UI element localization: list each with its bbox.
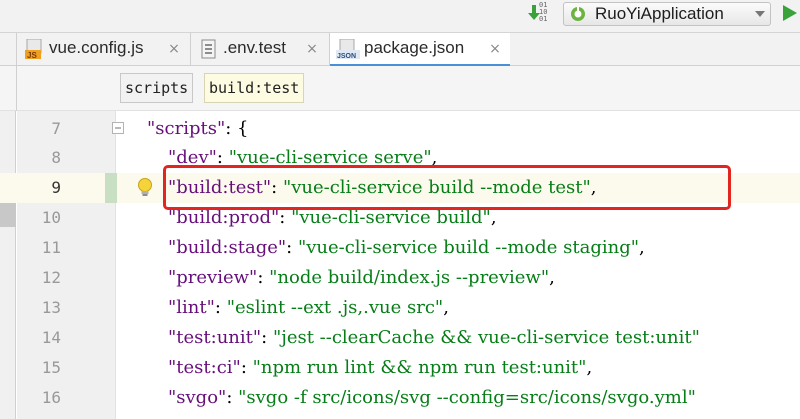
chevron-down-icon xyxy=(755,11,765,17)
json-string-value: "npm run lint && npm run test:unit" xyxy=(252,357,587,378)
json-string-value: "vue-cli-service build --mode staging" xyxy=(297,237,639,258)
code-line: 14 "test:unit": "jest --clearCache && vu… xyxy=(0,323,800,353)
js-file-icon-label: JS xyxy=(27,51,37,60)
breadcrumb-item-build-test[interactable]: build:test xyxy=(204,73,305,103)
tab-label: package.json xyxy=(364,38,465,57)
js-file-icon: JS xyxy=(25,39,42,60)
line-number: 11 xyxy=(41,238,61,257)
json-punctuation: , xyxy=(586,357,593,378)
json-string-value: "jest --clearCache && vue-cli-service te… xyxy=(272,327,700,348)
json-file-icon: JSON xyxy=(336,39,360,60)
tab-vue-config-js[interactable]: JS vue.config.js × xyxy=(17,33,190,66)
main-toolbar: 01 10 01 RuoYiApplication xyxy=(0,0,800,32)
json-key: "build:stage" xyxy=(168,237,287,258)
code-text: "preview": "node build/index.js --previe… xyxy=(168,263,555,293)
code-line: 12 "preview": "node build/index.js --pre… xyxy=(0,263,800,293)
json-key: "build:prod" xyxy=(168,207,280,228)
json-key: "test:unit" xyxy=(168,327,262,348)
line-number: 9 xyxy=(51,178,61,197)
spring-boot-icon xyxy=(571,7,585,21)
line-number: 15 xyxy=(41,358,61,377)
code-editor[interactable]: 7 "scripts": { 8 "dev": "vue-cli-service… xyxy=(0,111,800,419)
line-number: 13 xyxy=(41,298,61,317)
tool-window-strip xyxy=(0,33,17,66)
tool-window-strip xyxy=(0,66,17,111)
close-icon[interactable]: × xyxy=(488,42,502,56)
code-line: 16 "svgo": "svgo -f src/icons/svg --conf… xyxy=(0,383,800,413)
json-punctuation: : xyxy=(226,387,239,408)
line-number: 7 xyxy=(51,119,61,138)
code-text: "scripts": { xyxy=(147,114,248,144)
json-punctuation: , xyxy=(549,267,555,288)
json-key: "preview" xyxy=(168,267,258,288)
json-punctuation: : xyxy=(257,267,270,288)
line-number: 12 xyxy=(41,268,61,287)
json-punctuation: , xyxy=(443,297,449,318)
json-punctuation: : { xyxy=(225,118,249,139)
code-text: "test:ci": "npm run lint && npm run test… xyxy=(168,353,592,383)
line-number: 10 xyxy=(41,208,61,227)
json-punctuation: : xyxy=(240,357,253,378)
fold-icon[interactable] xyxy=(112,122,124,134)
lightbulb-icon[interactable] xyxy=(136,177,154,199)
run-play-icon[interactable] xyxy=(781,4,797,22)
editor-tab-bar: JS vue.config.js × .env.test × JSON pack… xyxy=(0,32,800,67)
close-icon[interactable]: × xyxy=(305,42,319,56)
json-punctuation: : xyxy=(261,327,273,348)
code-text: "svgo": "svgo -f src/icons/svg --config=… xyxy=(168,383,696,413)
code-line: 7 "scripts": { xyxy=(0,114,800,144)
json-key: "scripts" xyxy=(147,118,226,139)
breadcrumb-item-scripts[interactable]: scripts xyxy=(120,73,194,103)
json-string-value: "node build/index.js --preview" xyxy=(269,267,550,288)
code-text: "test:unit": "jest --clearCache && vue-c… xyxy=(168,323,700,353)
vcs-change-marker xyxy=(105,173,117,203)
code-text: "lint": "eslint --ext .js,.vue src", xyxy=(168,293,449,323)
tab-label: vue.config.js xyxy=(49,38,144,57)
line-number: 8 xyxy=(51,148,61,167)
tab-label: .env.test xyxy=(223,38,286,57)
json-punctuation: : xyxy=(286,237,298,258)
json-string-value: "vue-cli-service build" xyxy=(291,207,491,228)
code-line: 11 "build:stage": "vue-cli-service build… xyxy=(0,233,800,263)
json-punctuation: : xyxy=(214,297,227,318)
code-line: 13 "lint": "eslint --ext .js,.vue src", xyxy=(0,293,800,323)
json-punctuation: , xyxy=(490,207,497,228)
json-file-icon-label: JSON xyxy=(337,53,356,60)
json-string-value: "svgo -f src/icons/svg --config=src/icon… xyxy=(238,387,696,408)
binary-digit: 1 xyxy=(543,15,548,23)
line-number: 16 xyxy=(41,388,61,407)
tab-package-json[interactable]: JSON package.json × xyxy=(330,33,510,67)
json-key: "test:ci" xyxy=(168,357,241,378)
code-text: "build:stage": "vue-cli-service build --… xyxy=(168,233,645,263)
json-key: "lint" xyxy=(168,297,215,318)
annotation-highlight-box xyxy=(163,165,731,210)
breadcrumb: scripts build:test xyxy=(0,66,800,111)
json-string-value: "eslint --ext .js,.vue src" xyxy=(226,297,444,318)
close-icon[interactable]: × xyxy=(167,42,181,56)
line-number: 14 xyxy=(41,328,61,347)
json-punctuation: , xyxy=(639,237,645,258)
json-punctuation: : xyxy=(279,207,292,228)
json-key: "svgo" xyxy=(168,387,227,408)
binary-icon[interactable]: 01 10 01 xyxy=(539,2,553,23)
code-line: 15 "test:ci": "npm run lint && npm run t… xyxy=(0,353,800,383)
run-configuration-dropdown[interactable]: RuoYiApplication xyxy=(563,2,771,26)
text-file-icon xyxy=(201,39,216,59)
tab-env-test[interactable]: .env.test × xyxy=(191,33,329,66)
run-configuration-label: RuoYiApplication xyxy=(595,4,724,23)
